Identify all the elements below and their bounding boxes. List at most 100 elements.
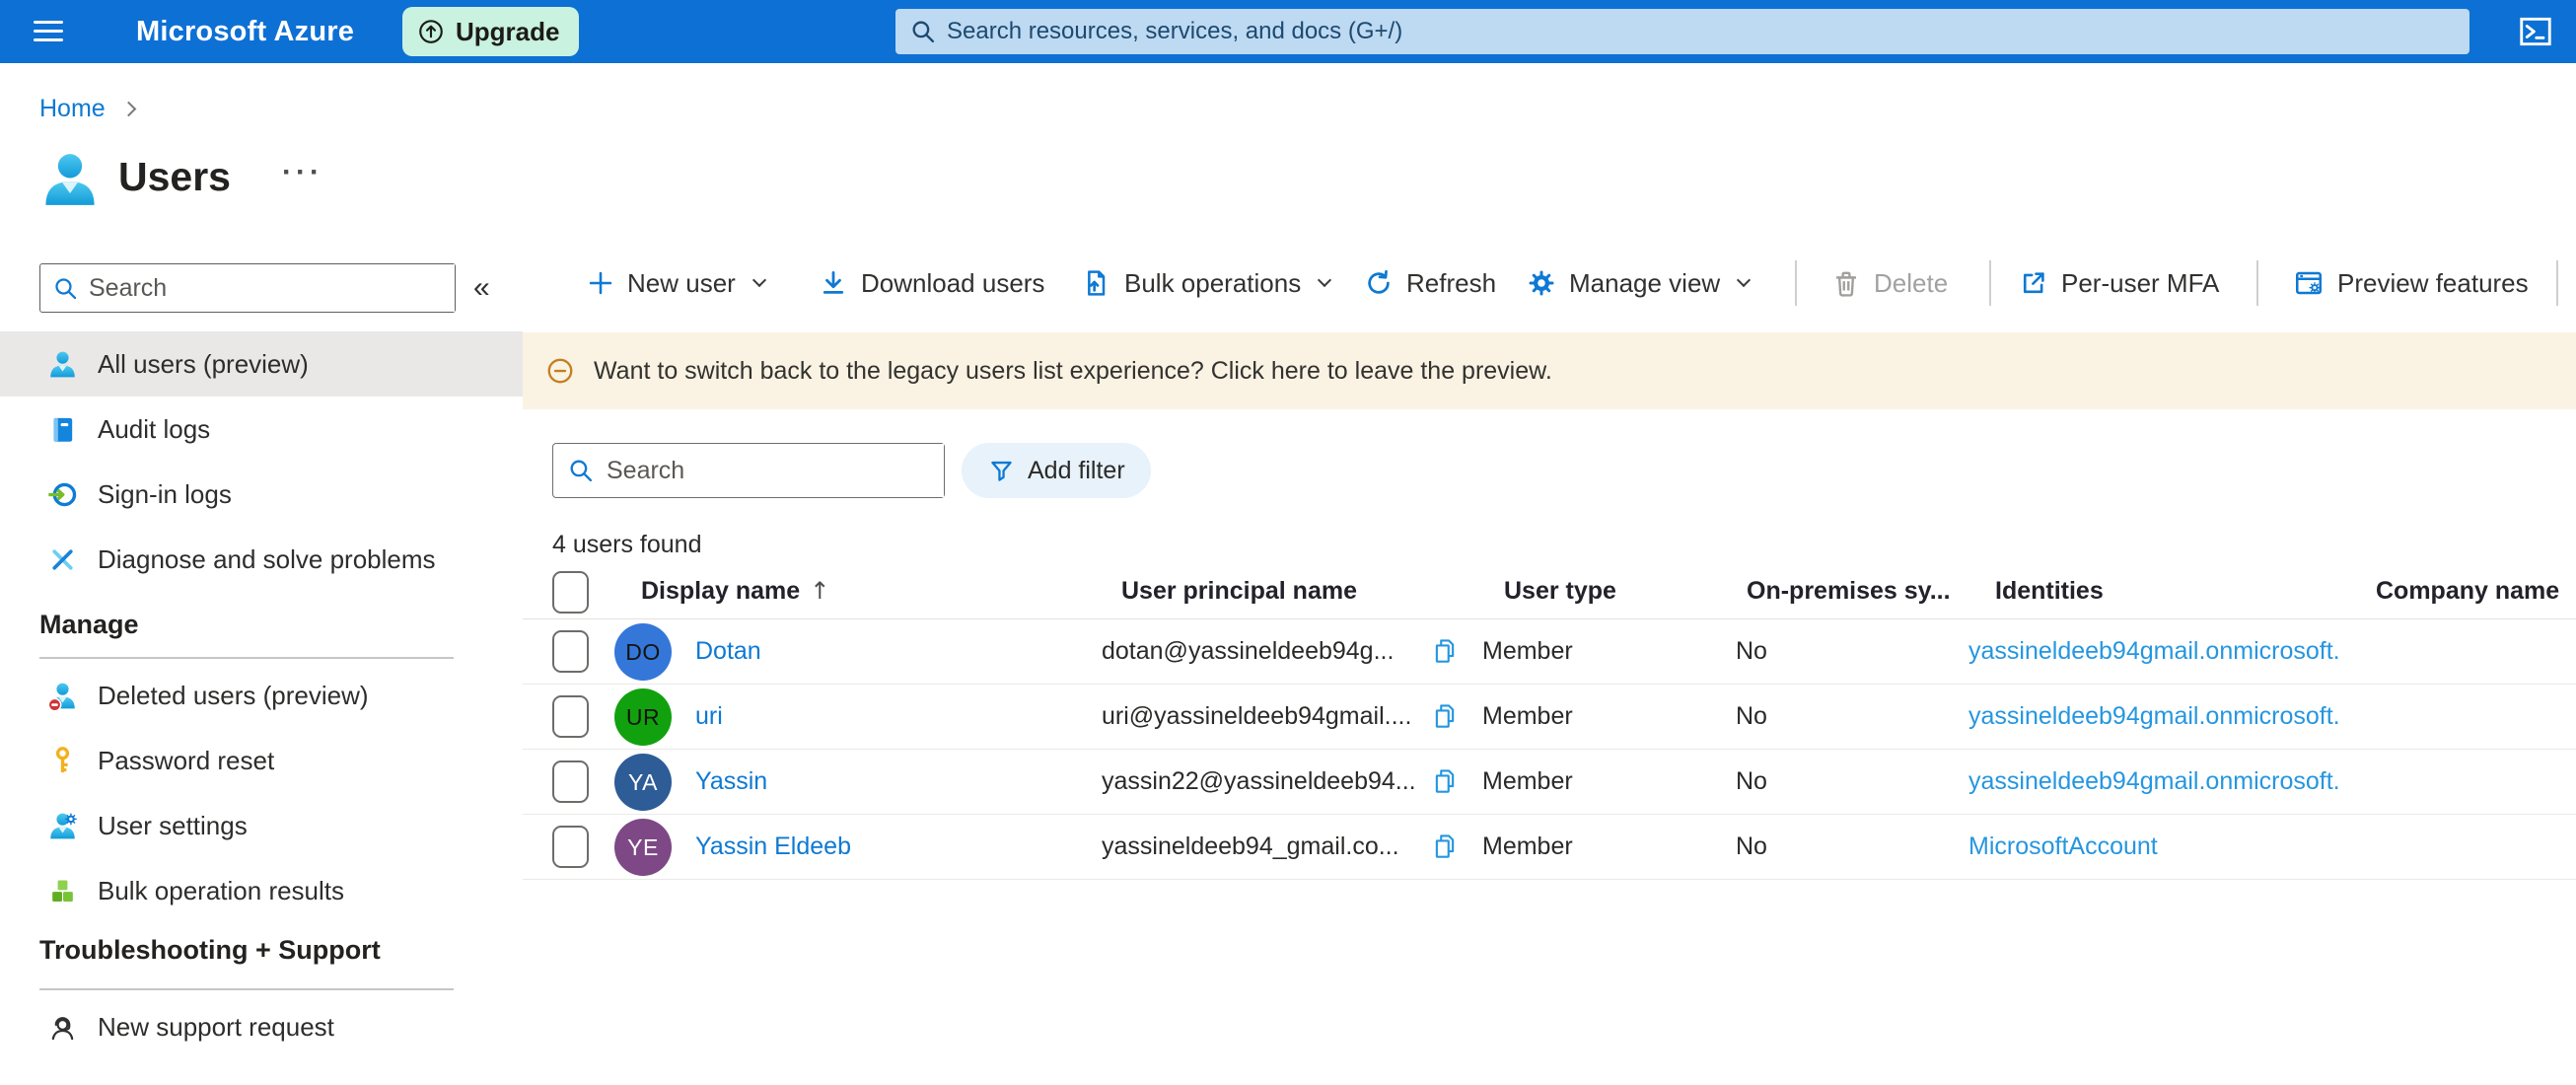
legacy-experience-banner[interactable]: Want to switch back to the legacy users … <box>523 332 2576 409</box>
sidebar-search-box <box>39 263 456 313</box>
toolbar-separator <box>1795 260 1797 306</box>
sidebar-item-bulk-results[interactable]: Bulk operation results <box>0 858 523 923</box>
new-user-button[interactable]: New user <box>587 249 766 318</box>
upgrade-label: Upgrade <box>456 16 560 46</box>
column-header-identities[interactable]: Identities <box>1995 577 2104 606</box>
toolbar-separator <box>2556 260 2558 306</box>
display-name-link[interactable]: Yassin Eldeeb <box>695 832 851 861</box>
sidebar-item-label: Diagnose and solve problems <box>98 543 436 574</box>
per-user-mfa-button[interactable]: Per-user MFA <box>2019 249 2219 318</box>
sidebar-item-password-reset[interactable]: Password reset <box>0 728 523 793</box>
identities-link[interactable]: yassineldeeb94gmail.onmicrosoft. <box>1968 637 2340 666</box>
sidebar-collapse-button[interactable]: « <box>473 266 490 310</box>
sidebar-item-user-settings[interactable]: User settings <box>0 793 523 858</box>
select-all-checkbox[interactable] <box>552 571 589 614</box>
hamburger-menu-icon[interactable] <box>34 21 63 42</box>
minus-circle-icon <box>545 356 575 386</box>
column-header-on-premises[interactable]: On-premises sy... <box>1747 577 1951 606</box>
display-name-link[interactable]: Yassin <box>695 767 767 796</box>
sidebar-item-label: Deleted users (preview) <box>98 680 369 710</box>
display-name-link[interactable]: uri <box>695 702 723 731</box>
sidebar-item-label: Audit logs <box>98 413 211 444</box>
sidebar-section-manage: Manage <box>39 610 139 639</box>
bulk-operations-button[interactable]: Bulk operations <box>1080 249 1332 318</box>
avatar: YE <box>614 819 672 876</box>
column-header-user-type[interactable]: User type <box>1504 577 1616 606</box>
cloud-shell-icon[interactable] <box>2517 13 2554 50</box>
search-icon <box>567 457 595 484</box>
top-bar: Microsoft Azure Upgrade <box>0 0 2576 63</box>
column-header-company-name[interactable]: Company name <box>2376 577 2559 606</box>
preview-features-button[interactable]: Preview features <box>2293 249 2529 318</box>
upgrade-button[interactable]: Upgrade <box>402 7 580 56</box>
row-checkbox[interactable] <box>552 826 589 868</box>
column-header-upn[interactable]: User principal name <box>1121 577 1357 606</box>
upgrade-arrow-icon <box>416 17 446 46</box>
sidebar-item-signin-logs[interactable]: Sign-in logs <box>0 462 523 527</box>
identities-link[interactable]: yassineldeeb94gmail.onmicrosoft. <box>1968 767 2340 796</box>
open-external-icon <box>2019 268 2048 298</box>
display-name-link[interactable]: Dotan <box>695 637 761 666</box>
delete-button[interactable]: Delete <box>1831 249 1948 318</box>
plus-icon <box>587 269 614 297</box>
sidebar-search-input[interactable] <box>89 264 455 312</box>
row-checkbox[interactable] <box>552 695 589 738</box>
user-type-value: Member <box>1482 767 1573 795</box>
sidebar-item-label: All users (preview) <box>98 348 309 379</box>
copy-icon[interactable] <box>1430 832 1460 861</box>
on-premises-value: No <box>1736 637 1767 665</box>
row-checkbox[interactable] <box>552 760 589 803</box>
brand-title: Microsoft Azure <box>136 16 355 47</box>
sidebar-item-label: Sign-in logs <box>98 478 232 509</box>
copy-icon[interactable] <box>1430 701 1460 731</box>
identities-link[interactable]: yassineldeeb94gmail.onmicrosoft. <box>1968 702 2340 731</box>
key-icon <box>47 746 78 776</box>
sidebar-item-deleted-users[interactable]: Deleted users (preview) <box>0 663 523 728</box>
sidebar-item-diagnose[interactable]: Diagnose and solve problems <box>0 527 523 592</box>
cubes-icon <box>47 876 78 906</box>
chevron-down-icon <box>751 272 766 288</box>
upn-value: yassin22@yassineldeeb94... <box>1102 767 1416 795</box>
sign-in-icon <box>47 479 78 510</box>
trash-icon <box>1831 268 1861 298</box>
manage-view-button[interactable]: Manage view <box>1527 249 1752 318</box>
toolbar-separator <box>2256 260 2258 306</box>
avatar: DO <box>614 623 672 681</box>
upn-value: yassineldeeb94_gmail.co... <box>1102 832 1399 860</box>
row-checkbox[interactable] <box>552 630 589 673</box>
results-count: 4 users found <box>552 531 702 558</box>
sidebar-item-all-users[interactable]: All users (preview) <box>0 331 523 397</box>
sidebar-item-new-support-request[interactable]: New support request <box>0 994 523 1059</box>
download-users-button[interactable]: Download users <box>819 249 1044 318</box>
book-icon <box>47 414 78 445</box>
column-header-display-name[interactable]: Display name ↑ <box>641 577 829 606</box>
search-icon <box>52 275 79 302</box>
user-type-value: Member <box>1482 702 1573 730</box>
divider <box>39 988 454 990</box>
table-row: UR uri uri@yassineldeeb94gmail.... Membe… <box>523 685 2576 750</box>
more-options-button[interactable]: ··· <box>282 156 323 189</box>
add-filter-button[interactable]: Add filter <box>962 443 1151 498</box>
preview-features-icon <box>2293 267 2325 299</box>
azure-portal-users-page: Microsoft Azure Upgrade Home Users ··· «… <box>0 0 2576 1085</box>
avatar: YA <box>614 754 672 811</box>
add-filter-label: Add filter <box>1028 456 1125 484</box>
identities-link[interactable]: MicrosoftAccount <box>1968 832 2158 861</box>
deleted-user-icon <box>47 681 78 711</box>
breadcrumb-home-link[interactable]: Home <box>39 95 106 123</box>
copy-icon[interactable] <box>1430 766 1460 796</box>
global-search-input[interactable] <box>947 9 2469 54</box>
funnel-icon <box>987 457 1016 485</box>
user-gear-icon <box>47 811 78 841</box>
users-search-input[interactable] <box>607 444 944 497</box>
user-icon <box>47 349 78 380</box>
divider <box>39 657 454 659</box>
page-title-row: Users ··· <box>39 148 323 211</box>
sidebar-item-audit-logs[interactable]: Audit logs <box>0 397 523 462</box>
sidebar-section-support: Troubleshooting + Support <box>39 935 381 965</box>
copy-icon[interactable] <box>1430 636 1460 666</box>
banner-text: Want to switch back to the legacy users … <box>594 357 1552 385</box>
users-table-header: Display name ↑ User principal name User t… <box>523 567 2576 619</box>
refresh-button[interactable]: Refresh <box>1364 249 1496 318</box>
avatar: UR <box>614 688 672 746</box>
